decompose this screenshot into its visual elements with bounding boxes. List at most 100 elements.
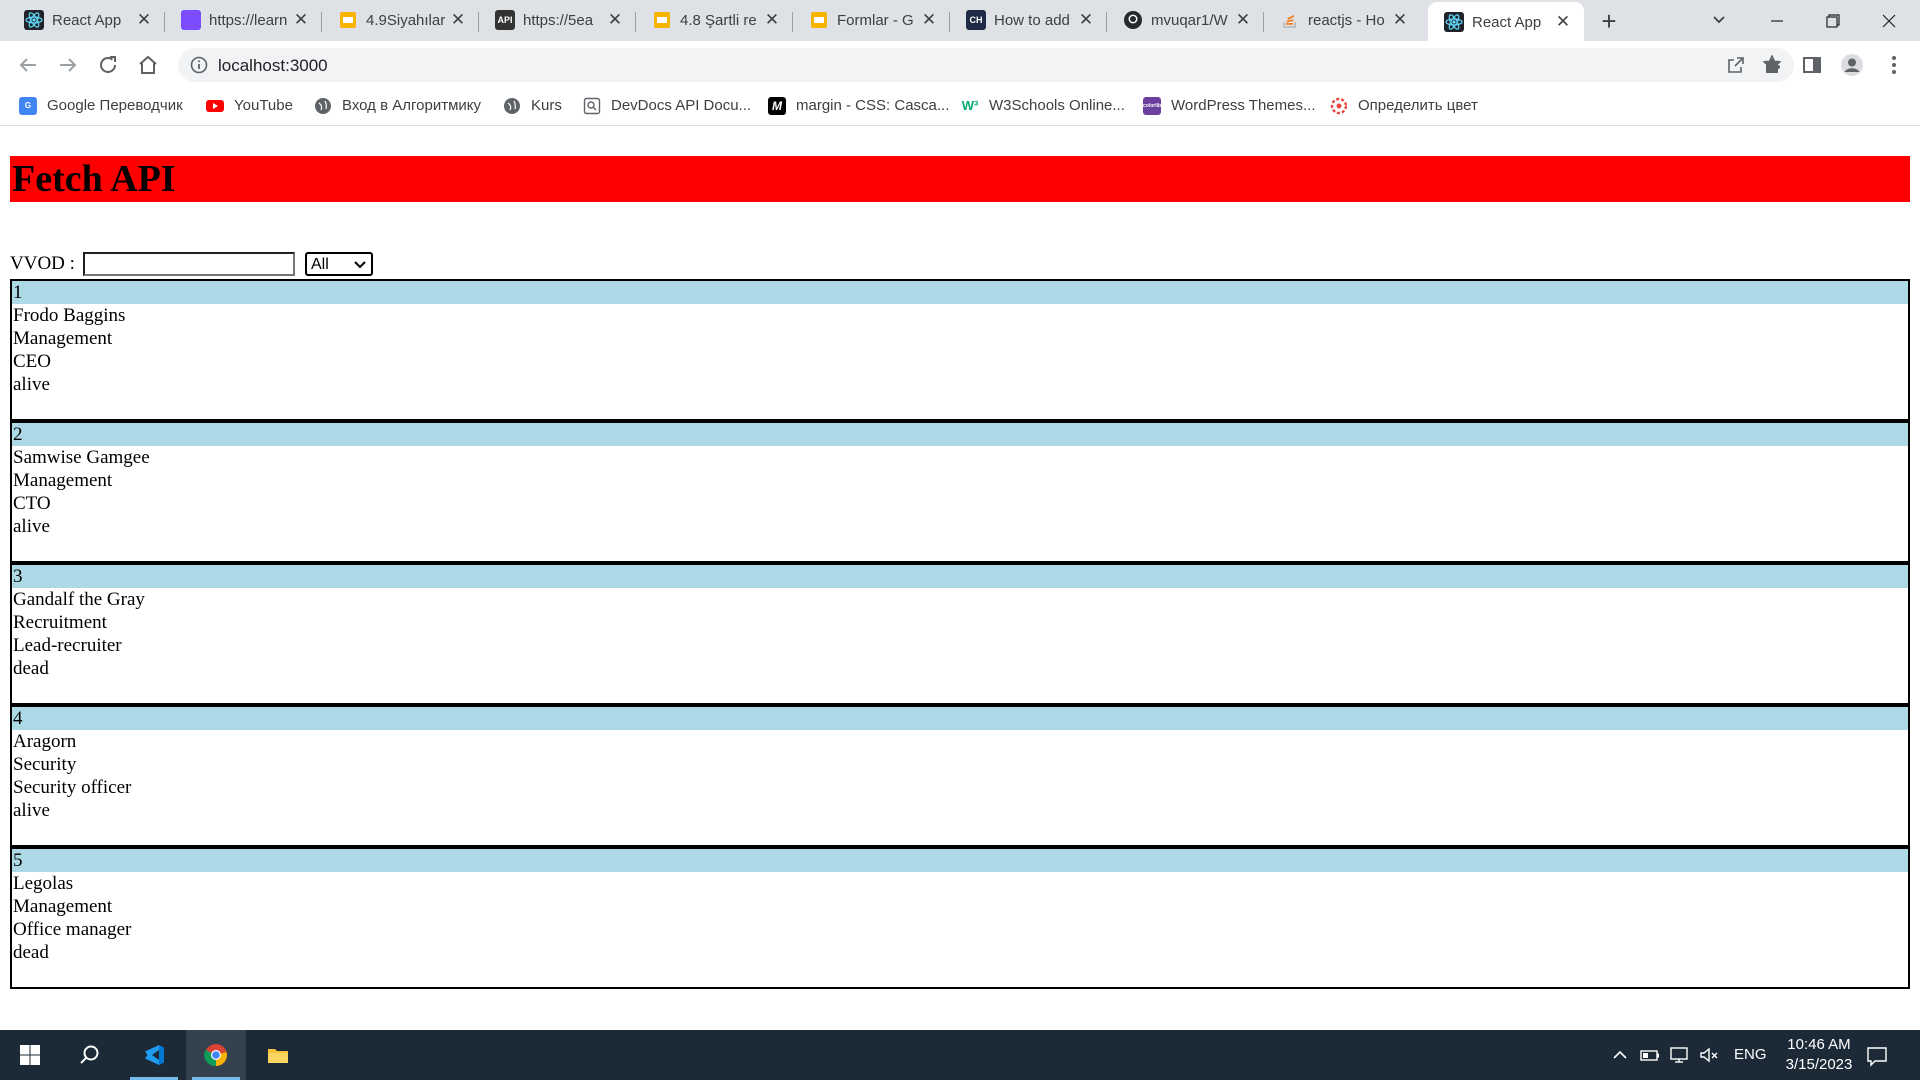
restore-button[interactable] — [1804, 0, 1860, 41]
clock-date: 3/15/2023 — [1785, 1056, 1853, 1073]
share-icon[interactable] — [1726, 55, 1746, 75]
browser-tab[interactable]: reactjs - Ho ✕ — [1264, 0, 1421, 41]
close-tab-icon[interactable]: ✕ — [1234, 11, 1252, 29]
close-tab-icon[interactable]: ✕ — [1391, 11, 1409, 29]
taskbar-file-explorer-button[interactable] — [248, 1030, 308, 1080]
bookmark-label: WordPress Themes... — [1171, 97, 1316, 114]
tab-title: 4.9Siyahılar — [366, 12, 445, 29]
profile-avatar-icon[interactable] — [1840, 53, 1864, 77]
browser-tab[interactable]: API https://5ea ✕ — [479, 0, 636, 41]
start-button[interactable] — [0, 1030, 60, 1080]
globe-icon — [503, 97, 521, 115]
browser-tab[interactable]: CH How to add ✕ — [950, 0, 1107, 41]
browser-toolbar: localhost:3000 — [0, 43, 1920, 87]
back-icon[interactable] — [16, 53, 40, 77]
ch-icon: CH — [966, 10, 986, 30]
more-menu-icon[interactable] — [1882, 53, 1906, 77]
language-indicator[interactable]: ENG — [1734, 1046, 1767, 1063]
extensions-icon[interactable] — [1760, 53, 1784, 77]
vscode-icon — [145, 1045, 164, 1065]
address-url: localhost:3000 — [218, 56, 328, 75]
bookmark-label: Kurs — [531, 97, 562, 114]
employee-name: Aragorn — [13, 731, 77, 752]
address-bar[interactable]: localhost:3000 — [178, 48, 1794, 82]
new-tab-button[interactable]: + — [1595, 8, 1623, 36]
browser-tab[interactable]: Formlar - G ✕ — [793, 0, 950, 41]
employee-name: Gandalf the Gray — [13, 589, 145, 610]
start-icon — [20, 1045, 40, 1065]
tab-title: React App — [52, 12, 122, 29]
bookmark-label: W3Schools Online... — [989, 97, 1125, 114]
employee-id: 4 — [12, 707, 1908, 730]
employee-id: 3 — [12, 565, 1908, 588]
minimize-button[interactable] — [1748, 0, 1804, 41]
bookmark-label: Google Переводчик — [47, 97, 183, 114]
globe-icon — [314, 97, 332, 115]
notifications-icon[interactable] — [1866, 1045, 1887, 1067]
side-panel-icon[interactable] — [1800, 53, 1824, 77]
close-window-button[interactable] — [1860, 0, 1916, 41]
close-tab-icon[interactable]: ✕ — [763, 11, 781, 29]
battery-icon[interactable] — [1640, 1045, 1660, 1065]
employee-position: CEO — [13, 351, 51, 372]
employee-card: 3 Gandalf the Gray Recruitment Lead-recr… — [10, 563, 1910, 705]
forward-icon[interactable] — [56, 53, 80, 77]
employee-id: 5 — [12, 849, 1908, 872]
react-icon — [1444, 12, 1464, 32]
close-tab-icon[interactable]: ✕ — [920, 11, 938, 29]
colorlib-icon: colorlib — [1143, 97, 1161, 115]
stackoverflow-icon — [1280, 10, 1300, 30]
clock-time: 10:46 AM — [1787, 1036, 1851, 1053]
filter-select[interactable]: All — [305, 252, 373, 276]
mock-api-icon: API — [495, 10, 515, 30]
employee-department: Security — [13, 754, 77, 775]
employee-id: 1 — [12, 281, 1908, 304]
taskbar-vscode-button[interactable] — [124, 1030, 184, 1080]
tab-title: https://5ea — [523, 12, 594, 29]
browser-tab[interactable]: React App ✕ — [8, 0, 165, 41]
close-tab-icon[interactable]: ✕ — [1077, 11, 1095, 29]
bookmark-label: margin - CSS: Casca... — [796, 97, 950, 114]
close-tab-icon[interactable]: ✕ — [135, 11, 153, 29]
filter-select-value: All — [311, 256, 329, 273]
site-info-icon[interactable] — [190, 56, 208, 74]
volume-muted-icon[interactable] — [1699, 1045, 1719, 1065]
taskbar-chrome-button[interactable] — [186, 1030, 246, 1080]
employee-name: Frodo Baggins — [13, 305, 126, 326]
browser-tab[interactable]: https://learn ✕ — [165, 0, 322, 41]
show-hidden-icons-icon[interactable] — [1610, 1045, 1630, 1065]
bookmark-label: YouTube — [234, 97, 293, 114]
taskbar-clock[interactable]: 10:46 AM 3/15/2023 — [1770, 1035, 1868, 1075]
filter-label: VVOD : — [10, 253, 75, 274]
close-tab-icon[interactable]: ✕ — [292, 11, 310, 29]
filter-text-input[interactable] — [83, 252, 295, 276]
employee-position: Office manager — [13, 919, 132, 940]
close-tab-icon[interactable]: ✕ — [606, 11, 624, 29]
employee-status: alive — [13, 374, 50, 395]
reload-icon[interactable] — [96, 53, 120, 77]
close-tab-icon[interactable]: ✕ — [1554, 13, 1572, 31]
windows-taskbar: ENG 10:46 AM 3/15/2023 — [0, 1030, 1920, 1080]
tab-title: React App — [1472, 14, 1542, 31]
google-translate-icon: G — [19, 97, 37, 115]
taskbar-search-button[interactable] — [60, 1030, 120, 1080]
home-icon[interactable] — [136, 53, 160, 77]
employee-status: dead — [13, 658, 49, 679]
w3schools-icon: W³ — [961, 98, 979, 113]
browser-tab[interactable]: 4.9Siyahılar ✕ — [322, 0, 479, 41]
browser-tab-strip: React App ✕ https://learn ✕ 4.9Siyahılar… — [0, 0, 1920, 43]
tab-search-icon[interactable] — [1709, 9, 1729, 29]
network-icon[interactable] — [1669, 1045, 1689, 1065]
browser-tab[interactable]: 4.8 Şartli re ✕ — [636, 0, 793, 41]
employee-department: Recruitment — [13, 612, 107, 633]
google-slides-icon — [652, 10, 672, 30]
tab-title: mvuqar1/W — [1151, 12, 1228, 29]
employee-id: 2 — [12, 423, 1908, 446]
browser-tab[interactable]: mvuqar1/W ✕ — [1107, 0, 1264, 41]
browser-tab-active[interactable]: React App ✕ — [1428, 2, 1584, 43]
close-tab-icon[interactable]: ✕ — [449, 11, 467, 29]
page-title: Fetch API — [10, 156, 1910, 202]
employee-position: CTO — [13, 493, 51, 514]
chrome-icon — [204, 1044, 227, 1067]
purple-square-icon — [181, 10, 201, 30]
